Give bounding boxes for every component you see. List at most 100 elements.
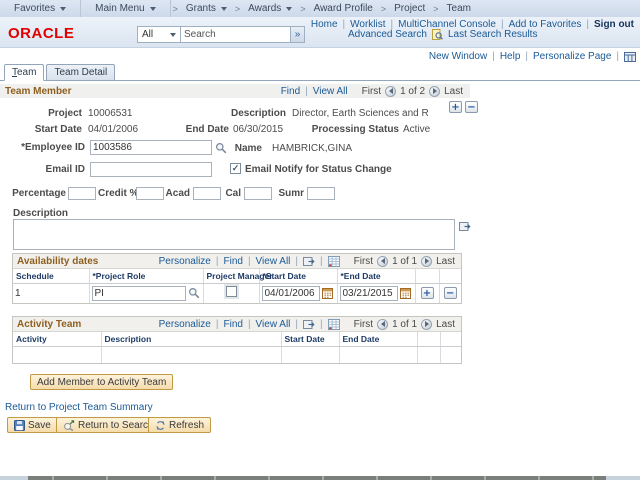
- last-label[interactable]: Last: [436, 319, 455, 330]
- previous-row-icon[interactable]: [377, 256, 388, 267]
- percentage-label: Percentage: [10, 188, 66, 199]
- breadcrumb-team[interactable]: Team: [441, 0, 477, 17]
- return-to-project-team-summary-link[interactable]: Return to Project Team Summary: [5, 402, 153, 413]
- search-go-button[interactable]: »: [291, 26, 305, 43]
- divider: [320, 256, 323, 267]
- home-link[interactable]: Home: [311, 19, 338, 30]
- first-label[interactable]: First: [362, 86, 381, 97]
- availability-table: Schedule *Project Role Project Manager *…: [13, 269, 461, 303]
- breadcrumb-separator-icon: >: [431, 4, 440, 14]
- availability-header-row: Schedule *Project Role Project Manager *…: [13, 269, 461, 284]
- start-date-calendar-icon[interactable]: [320, 288, 333, 299]
- project-role-lookup-icon[interactable]: [186, 288, 200, 299]
- download-to-excel-icon[interactable]: [328, 319, 340, 330]
- personalize-link[interactable]: Personalize: [159, 319, 211, 330]
- zoom-grid-icon[interactable]: [303, 256, 315, 266]
- first-label[interactable]: First: [354, 256, 373, 267]
- next-row-icon[interactable]: [421, 319, 432, 330]
- breadcrumb-favorites-label: Favorites: [14, 3, 55, 14]
- delete-row-button[interactable]: −: [444, 287, 457, 299]
- divider: [616, 51, 619, 62]
- employee-id-label: *Employee ID: [4, 142, 85, 153]
- credit-input[interactable]: [136, 187, 164, 200]
- breadcrumb: Favorites Main Menu > Grants > Awards > …: [0, 0, 640, 17]
- tab-team[interactable]: Team: [4, 64, 44, 81]
- employee-id-input[interactable]: [90, 140, 212, 155]
- add-row-button[interactable]: +: [421, 287, 434, 299]
- breadcrumb-awards[interactable]: Awards: [242, 0, 298, 17]
- row-start-date-input[interactable]: [262, 286, 320, 301]
- next-row-icon[interactable]: [421, 256, 432, 267]
- previous-row-icon[interactable]: [385, 86, 396, 97]
- team-member-row-nav: First 1 of 2 Last: [362, 86, 465, 97]
- view-all-link[interactable]: View All: [256, 256, 291, 267]
- column-header: *Start Date: [259, 269, 337, 284]
- download-to-excel-icon[interactable]: [328, 256, 340, 267]
- credit-label: Credit %: [98, 188, 133, 199]
- caret-down-icon: [286, 7, 292, 11]
- team-member-section-header: Team Member Find View All First 1 of 2 L…: [0, 84, 470, 98]
- employee-id-lookup-icon[interactable]: [215, 142, 227, 154]
- delete-row-button[interactable]: −: [465, 101, 478, 113]
- breadcrumb-main-menu[interactable]: Main Menu: [81, 0, 170, 17]
- advanced-search-link[interactable]: Advanced Search: [348, 29, 427, 40]
- view-all-link[interactable]: View All: [256, 319, 291, 330]
- add-row-button[interactable]: +: [449, 101, 462, 113]
- email-notify-checkbox[interactable]: ✓: [230, 163, 241, 174]
- first-label[interactable]: First: [354, 319, 373, 330]
- end-date-calendar-icon[interactable]: [398, 288, 411, 299]
- last-search-results-link[interactable]: Last Search Results: [448, 29, 538, 40]
- last-label[interactable]: Last: [436, 256, 455, 267]
- last-label[interactable]: Last: [444, 86, 463, 97]
- find-link[interactable]: Find: [223, 319, 242, 330]
- breadcrumb-grants[interactable]: Grants: [180, 0, 233, 17]
- zoom-grid-icon[interactable]: [303, 319, 315, 329]
- divider: [343, 19, 346, 30]
- long-description-textarea[interactable]: [13, 219, 455, 250]
- end-date-value: 06/30/2015: [233, 124, 283, 135]
- search-input[interactable]: [181, 26, 291, 43]
- oracle-logo: ORACLE: [8, 25, 74, 42]
- breadcrumb-project[interactable]: Project: [388, 0, 431, 17]
- email-id-input[interactable]: [90, 162, 212, 177]
- end-date-label: End Date: [158, 124, 229, 135]
- find-link[interactable]: Find: [281, 86, 300, 97]
- email-id-label: Email ID: [4, 164, 85, 175]
- next-row-icon[interactable]: [429, 86, 440, 97]
- acad-input[interactable]: [193, 187, 221, 200]
- project-role-input[interactable]: [92, 286, 186, 301]
- breadcrumb-awards-label: Awards: [248, 3, 281, 14]
- caret-down-icon: [60, 7, 66, 11]
- activity-row-nav: First 1 of 1 Last: [354, 319, 457, 330]
- return-to-search-button[interactable]: Return to Search: [56, 417, 161, 433]
- help-link[interactable]: Help: [500, 51, 521, 62]
- cal-input[interactable]: [244, 187, 272, 200]
- personalize-link[interactable]: Personalize: [159, 256, 211, 267]
- previous-row-icon[interactable]: [377, 319, 388, 330]
- row-position: 1 of 1: [392, 319, 417, 330]
- refresh-button[interactable]: Refresh: [148, 417, 211, 433]
- project-manager-checkbox[interactable]: [226, 286, 237, 297]
- add-member-to-activity-team-button[interactable]: Add Member to Activity Team: [30, 374, 173, 390]
- activity-team-grid: Activity Team Personalize Find View All …: [12, 316, 462, 364]
- save-button[interactable]: Save: [7, 417, 58, 433]
- view-all-link[interactable]: View All: [313, 86, 348, 97]
- personalize-page-link[interactable]: Personalize Page: [533, 51, 611, 62]
- sumr-input[interactable]: [307, 187, 335, 200]
- breadcrumb-favorites[interactable]: Favorites: [0, 0, 81, 17]
- percentage-input[interactable]: [68, 187, 96, 200]
- breadcrumb-award-profile[interactable]: Award Profile: [308, 0, 379, 17]
- sign-out-link[interactable]: Sign out: [594, 19, 634, 30]
- page-links: New Window Help Personalize Page: [429, 51, 636, 62]
- caret-down-icon: [150, 7, 156, 11]
- divider: [248, 256, 251, 267]
- divider: [492, 51, 495, 62]
- expand-description-icon[interactable]: [459, 221, 471, 231]
- layout-grid-icon[interactable]: [624, 52, 636, 62]
- search-scope-select[interactable]: All: [137, 26, 181, 43]
- row-end-date-input[interactable]: [340, 286, 398, 301]
- find-link[interactable]: Find: [223, 256, 242, 267]
- new-window-link[interactable]: New Window: [429, 51, 487, 62]
- tab-team-detail[interactable]: Team Detail: [46, 64, 115, 81]
- name-label: Name: [230, 143, 262, 154]
